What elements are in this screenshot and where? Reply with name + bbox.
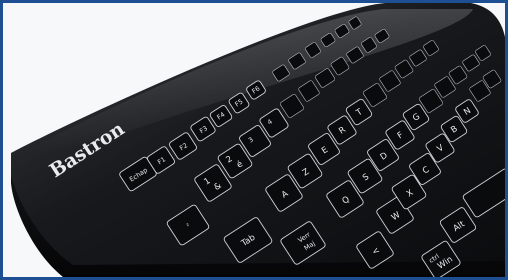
photo-frame: Bastron Echap F1 F2 F3 F4 F5 F6 ² 1 & 2 …	[0, 0, 508, 280]
keyboard-photo: Bastron Echap F1 F2 F3 F4 F5 F6 ² 1 & 2 …	[11, 3, 505, 277]
